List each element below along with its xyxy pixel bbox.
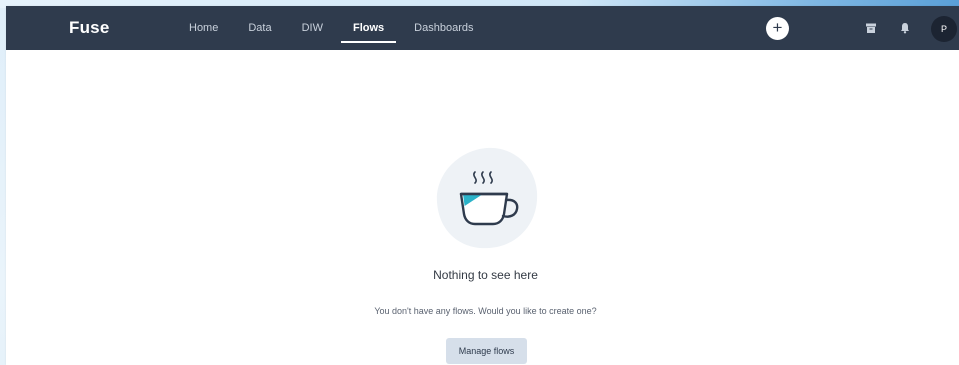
tab-data[interactable]: Data <box>236 6 283 50</box>
archive-icon[interactable] <box>863 20 879 36</box>
tab-diw[interactable]: DIW <box>290 6 335 50</box>
brand-logo[interactable]: Fuse <box>69 6 109 50</box>
tab-dashboards[interactable]: Dashboards <box>402 6 485 50</box>
coffee-cup-icon <box>431 142 543 254</box>
app-window: Fuse Home Data DIW Flows Dashboards + P <box>6 6 959 365</box>
user-avatar[interactable]: P <box>931 16 957 42</box>
empty-state-subtitle: You don't have any flows. Would you like… <box>374 306 597 316</box>
bell-icon[interactable] <box>897 20 913 36</box>
top-navbar: Fuse Home Data DIW Flows Dashboards + P <box>6 6 959 50</box>
empty-state-title: Nothing to see here <box>433 268 538 282</box>
create-new-button[interactable]: + <box>766 17 789 40</box>
nav-tabs: Home Data DIW Flows Dashboards <box>177 6 491 50</box>
empty-state: Nothing to see here You don't have any f… <box>6 50 959 365</box>
manage-flows-button[interactable]: Manage flows <box>446 338 527 364</box>
tab-flows[interactable]: Flows <box>340 6 397 50</box>
tab-home[interactable]: Home <box>177 6 230 50</box>
